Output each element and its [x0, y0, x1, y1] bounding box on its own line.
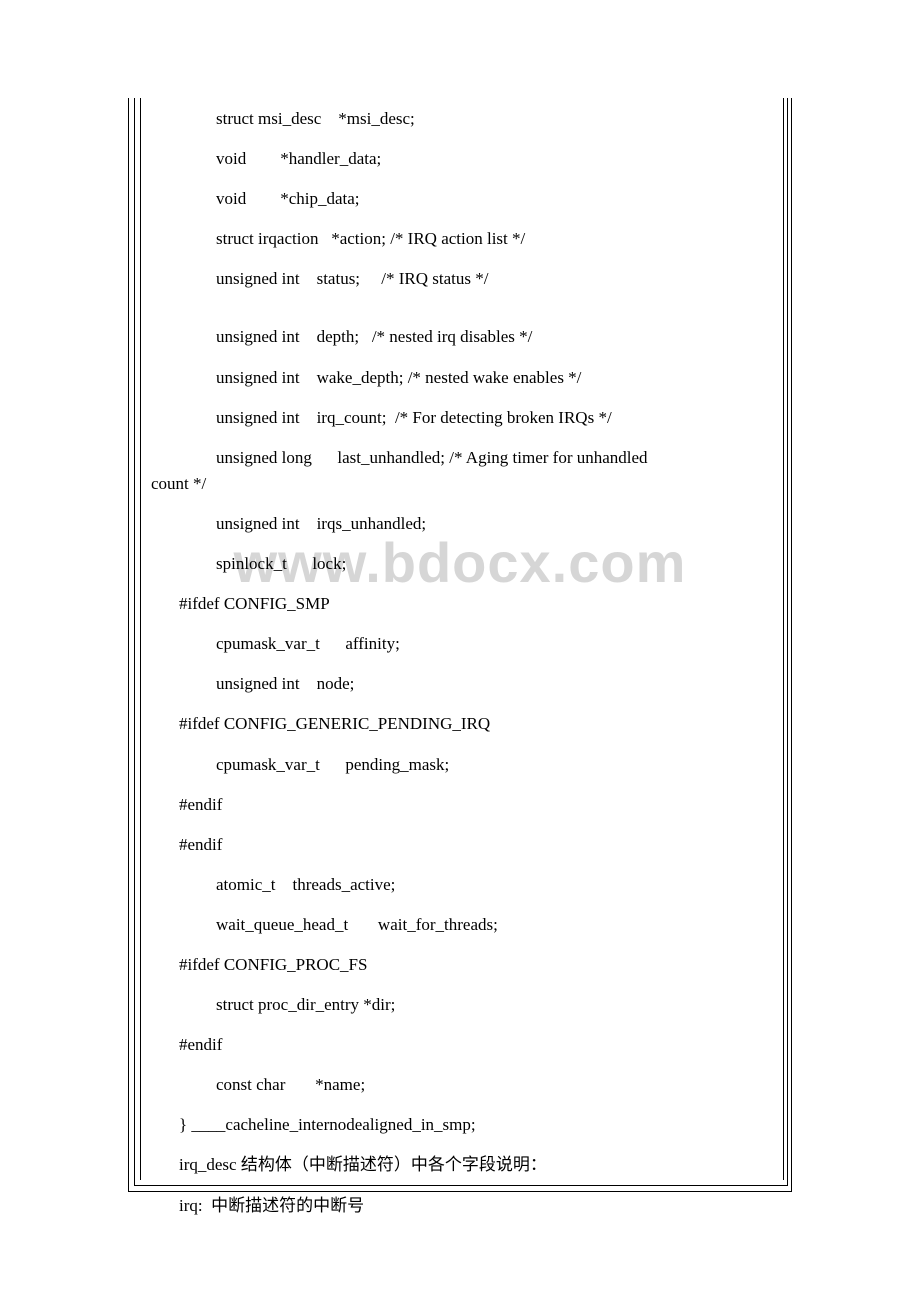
code-line: wait_queue_head_t wait_for_threads;	[151, 914, 771, 936]
code-line: struct msi_desc *msi_desc;	[151, 108, 771, 130]
mid-border: struct msi_desc *msi_desc; void *handler…	[134, 98, 788, 1186]
outer-border: struct msi_desc *msi_desc; void *handler…	[128, 98, 792, 1192]
code-line: struct proc_dir_entry *dir;	[151, 994, 771, 1016]
code-line: unsigned int irq_count; /* For detecting…	[151, 407, 771, 429]
code-line: count */	[151, 473, 771, 495]
code-line: unsigned int status; /* IRQ status */	[151, 268, 771, 290]
code-line: unsigned int irqs_unhandled;	[151, 513, 771, 535]
code-line: } ____cacheline_internodealigned_in_smp;	[151, 1114, 771, 1136]
code-line: struct irqaction *action; /* IRQ action …	[151, 228, 771, 250]
code-line: const char *name;	[151, 1074, 771, 1096]
code-line: #endif	[151, 1034, 771, 1056]
code-line: unsigned long last_unhandled; /* Aging t…	[151, 447, 771, 469]
code-line: #ifdef CONFIG_PROC_FS	[151, 954, 771, 976]
code-line: #endif	[151, 834, 771, 856]
code-line: unsigned int depth; /* nested irq disabl…	[151, 326, 771, 348]
code-line: void *chip_data;	[151, 188, 771, 210]
code-line: #ifdef CONFIG_GENERIC_PENDING_IRQ	[151, 713, 771, 735]
code-content: struct msi_desc *msi_desc; void *handler…	[151, 108, 771, 1235]
code-line: void *handler_data;	[151, 148, 771, 170]
code-line: atomic_t threads_active;	[151, 874, 771, 896]
code-line: #ifdef CONFIG_SMP	[151, 593, 771, 615]
code-line: unsigned int node;	[151, 673, 771, 695]
code-line: spinlock_t lock;	[151, 553, 771, 575]
description-line: irq_desc 结构体（中断描述符）中各个字段说明：	[151, 1154, 771, 1176]
code-line: unsigned int wake_depth; /* nested wake …	[151, 367, 771, 389]
code-line: cpumask_var_t affinity;	[151, 633, 771, 655]
inner-border: struct msi_desc *msi_desc; void *handler…	[140, 98, 784, 1180]
code-line: #endif	[151, 794, 771, 816]
description-line: irq: 中断描述符的中断号	[151, 1195, 771, 1217]
code-line: cpumask_var_t pending_mask;	[151, 754, 771, 776]
